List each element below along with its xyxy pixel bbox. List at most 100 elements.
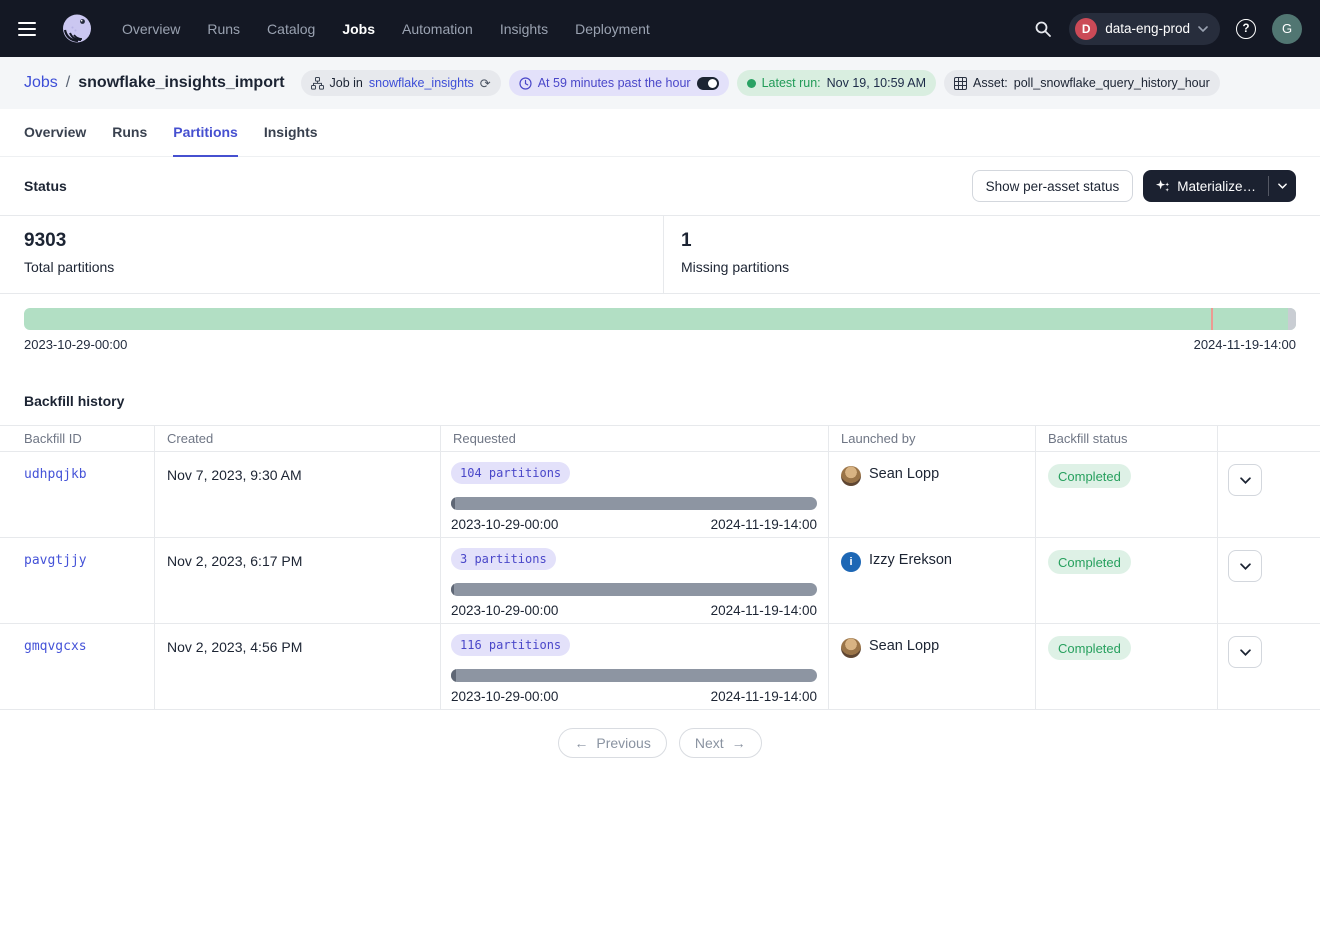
schedule-toggle[interactable] [697, 77, 719, 90]
user-avatar[interactable]: G [1272, 14, 1302, 44]
requested-cell: 116 partitions 2023-10-29-00:00 2024-11-… [441, 624, 829, 709]
show-per-asset-status-button[interactable]: Show per-asset status [972, 170, 1134, 202]
status-badge: Completed [1048, 636, 1131, 660]
chevron-down-icon [1198, 26, 1208, 32]
latest-run-link[interactable]: Nov 19, 10:59 AM [827, 76, 926, 90]
latest-run-label: Latest run: [762, 76, 821, 90]
search-button[interactable] [1027, 13, 1059, 45]
breadcrumb-separator: / [66, 74, 70, 92]
hamburger-menu-icon[interactable] [18, 14, 48, 44]
launched-by-name: Izzy Erekson [869, 552, 952, 568]
schedule-label: At 59 minutes past the hour [538, 76, 691, 90]
job-location-prefix: Job in [330, 76, 363, 90]
timeline-start-label: 2023-10-29-00:00 [24, 337, 127, 352]
col-backfill-id: Backfill ID [0, 426, 155, 451]
tab-overview[interactable]: Overview [24, 109, 86, 157]
materialize-split-button: Materialize… [1143, 170, 1296, 202]
requested-cell: 3 partitions 2023-10-29-00:00 2024-11-19… [441, 538, 829, 623]
page-title: snowflake_insights_import [78, 74, 284, 92]
next-page-button[interactable]: Next → [679, 728, 762, 758]
chevron-down-icon [1240, 649, 1251, 656]
row-actions-button[interactable] [1228, 636, 1262, 668]
table-row: gmqvgcxs Nov 2, 2023, 4:56 PM 116 partit… [0, 624, 1320, 710]
help-button[interactable]: ? [1230, 13, 1262, 45]
breadcrumb-jobs-link[interactable]: Jobs [24, 74, 58, 92]
breadcrumb-bar: Jobs / snowflake_insights_import Job in … [0, 57, 1320, 109]
table-header-row: Backfill ID Created Requested Launched b… [0, 426, 1320, 452]
tab-runs[interactable]: Runs [112, 109, 147, 157]
next-label: Next [695, 735, 724, 751]
partition-status-bar[interactable] [24, 308, 1296, 330]
user-photo-avatar [841, 466, 861, 486]
code-location-link[interactable]: snowflake_insights [369, 76, 474, 90]
in-progress-partition-cap [1288, 308, 1296, 330]
nav-catalog[interactable]: Catalog [267, 21, 315, 37]
partition-count-tag[interactable]: 116 partitions [451, 634, 570, 656]
nav-jobs[interactable]: Jobs [342, 21, 375, 37]
nav-overview[interactable]: Overview [122, 21, 180, 37]
nav-automation[interactable]: Automation [402, 21, 473, 37]
created-timestamp: Nov 2, 2023, 4:56 PM [155, 624, 441, 709]
created-timestamp: Nov 2, 2023, 6:17 PM [155, 538, 441, 623]
range-end-label: 2024-11-19-14:00 [711, 517, 817, 532]
backfill-id-link[interactable]: gmqvgcxs [24, 639, 87, 654]
partition-count-tag[interactable]: 104 partitions [451, 462, 570, 484]
backfill-id-link[interactable]: udhpqjkb [24, 467, 87, 482]
run-status-dot-icon [747, 79, 756, 88]
refresh-icon[interactable]: ⟳ [480, 77, 491, 90]
materialize-dropdown-button[interactable] [1269, 170, 1296, 202]
col-backfill-status: Backfill status [1036, 426, 1218, 451]
created-timestamp: Nov 7, 2023, 9:30 AM [155, 452, 441, 537]
search-icon [1034, 20, 1052, 38]
range-end-label: 2024-11-19-14:00 [711, 603, 817, 618]
nav-deployment[interactable]: Deployment [575, 21, 650, 37]
requested-range-segment [451, 583, 454, 596]
user-photo-avatar [841, 638, 861, 658]
job-tabs: Overview Runs Partitions Insights [0, 109, 1320, 157]
workspace-name: data-eng-prod [1105, 21, 1190, 36]
nav-insights[interactable]: Insights [500, 21, 548, 37]
dagster-logo-icon[interactable] [58, 10, 96, 48]
partition-count-tag[interactable]: 3 partitions [451, 548, 556, 570]
backfill-history-table: Backfill ID Created Requested Launched b… [0, 425, 1320, 710]
arrow-right-icon: → [732, 735, 746, 751]
schedule-badge: At 59 minutes past the hour [509, 70, 729, 96]
asset-grid-icon [954, 77, 967, 90]
arrow-left-icon: ← [574, 735, 588, 751]
range-start-label: 2023-10-29-00:00 [451, 517, 558, 532]
total-partitions-label: Total partitions [24, 259, 639, 275]
tab-partitions[interactable]: Partitions [173, 109, 238, 157]
col-requested: Requested [441, 426, 829, 451]
table-row: pavgtjjy Nov 2, 2023, 6:17 PM 3 partitio… [0, 538, 1320, 624]
partition-health-timeline: 2023-10-29-00:00 2024-11-19-14:00 [0, 294, 1320, 370]
deployment-badge: D [1075, 18, 1097, 40]
col-actions [1218, 426, 1320, 451]
job-location-badge: Job in snowflake_insights ⟳ [301, 70, 501, 96]
backfill-id-link[interactable]: pavgtjjy [24, 553, 87, 568]
range-start-label: 2023-10-29-00:00 [451, 689, 558, 704]
backfill-history-heading: Backfill history [0, 370, 1320, 425]
materialize-button[interactable]: Materialize… [1143, 170, 1268, 202]
row-actions-button[interactable] [1228, 550, 1262, 582]
col-created: Created [155, 426, 441, 451]
total-partitions-stat: 9303 Total partitions [0, 216, 663, 293]
chevron-down-icon [1240, 477, 1251, 484]
workspace-selector[interactable]: D data-eng-prod [1069, 13, 1220, 45]
pagination: ← Previous Next → [0, 710, 1320, 758]
nav-runs[interactable]: Runs [207, 21, 240, 37]
row-actions-button[interactable] [1228, 464, 1262, 496]
requested-range-segment [451, 497, 455, 510]
missing-partitions-label: Missing partitions [681, 259, 789, 275]
col-launched-by: Launched by [829, 426, 1036, 451]
partition-stats: 9303 Total partitions 1 Missing partitio… [0, 215, 1320, 294]
requested-cell: 104 partitions 2023-10-29-00:00 2024-11-… [441, 452, 829, 537]
missing-partitions-stat: 1 Missing partitions [663, 216, 813, 293]
tab-insights[interactable]: Insights [264, 109, 318, 157]
sitemap-icon [311, 77, 324, 90]
previous-page-button[interactable]: ← Previous [558, 728, 666, 758]
status-badge: Completed [1048, 550, 1131, 574]
previous-label: Previous [596, 735, 650, 751]
asset-link[interactable]: poll_snowflake_query_history_hour [1014, 76, 1210, 90]
launched-by-name: Sean Lopp [869, 638, 939, 654]
range-start-label: 2023-10-29-00:00 [451, 603, 558, 618]
